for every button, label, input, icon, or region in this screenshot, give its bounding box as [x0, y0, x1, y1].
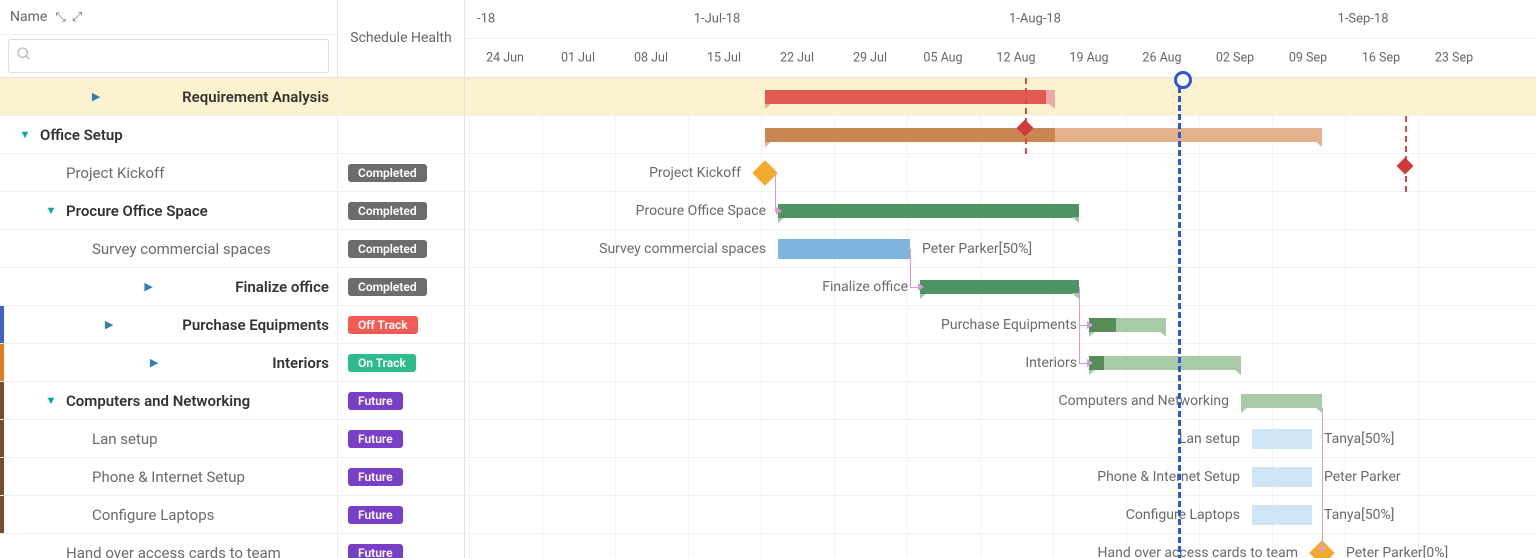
week-label: 26 Aug [1142, 51, 1181, 66]
expand-toggle-icon[interactable]: ▼ [18, 128, 32, 141]
task-row[interactable]: ▶Lan setupFuture [0, 420, 464, 458]
expand-toggle-icon[interactable]: ▶ [18, 90, 174, 103]
week-label: 16 Sep [1362, 51, 1400, 66]
gantt-summary-bar[interactable] [1089, 356, 1241, 370]
gantt-assignee-label: Tanya[50%] [1312, 431, 1394, 447]
week-label: 29 Jul [853, 51, 887, 66]
task-row[interactable]: ▶ Purchase Equipments Off Track [0, 306, 464, 344]
status-badge: Completed [348, 278, 427, 296]
task-name: Interiors [272, 354, 329, 372]
gantt-bar-label: Hand over access cards to team [1098, 545, 1310, 558]
task-row[interactable]: ▼ Office Setup [0, 116, 464, 154]
gantt-summary-bar[interactable] [1241, 394, 1322, 408]
week-label: 01 Jul [561, 51, 595, 66]
task-name: Survey commercial spaces [92, 240, 271, 258]
gantt-task-bar[interactable] [1252, 467, 1312, 487]
expand-toggle-icon[interactable]: ▶ [44, 356, 264, 369]
expand-toggle-icon[interactable]: ▼ [44, 394, 58, 407]
status-badge: Completed [348, 202, 427, 220]
task-name: Project Kickoff [66, 164, 164, 182]
gantt-bar-label: Survey commercial spaces [599, 241, 778, 257]
task-row[interactable]: ▼ Computers and Networking Future [0, 382, 464, 420]
status-badge: Off Track [348, 316, 418, 334]
status-badge: Completed [348, 240, 427, 258]
collapse-all-icon[interactable]: ⤡ [55, 10, 65, 25]
status-badge: Future [348, 430, 403, 448]
task-row[interactable]: ▶Survey commercial spacesCompleted [0, 230, 464, 268]
gantt-summary-bar[interactable] [778, 204, 1079, 218]
task-name: Finalize office [235, 278, 329, 296]
status-badge: Future [348, 468, 403, 486]
expand-all-icon[interactable]: ⤢ [72, 10, 82, 25]
week-label: 02 Sep [1216, 51, 1254, 66]
task-row[interactable]: ▶Phone & Internet SetupFuture [0, 458, 464, 496]
gantt-bar-label: Finalize office [822, 279, 920, 295]
status-badge: Future [348, 506, 403, 524]
task-row[interactable]: ▼ Procure Office Space Completed [0, 192, 464, 230]
status-badge: Future [348, 544, 403, 558]
column-header-health[interactable]: Schedule Health [338, 0, 464, 77]
week-label: 23 Sep [1435, 51, 1473, 66]
gantt-summary-bar[interactable] [920, 280, 1079, 294]
gantt-task-bar[interactable] [778, 239, 910, 259]
search-input[interactable] [8, 39, 329, 73]
task-row[interactable]: ▶Hand over access cards to teamFuture [0, 534, 464, 558]
month-label: 1-Jul-18 [694, 12, 741, 27]
gantt-assignee-label: Peter Parker[50%] [910, 241, 1032, 257]
gantt-assignee-label: Peter Parker [1312, 469, 1401, 485]
week-label: 24 Jun [486, 51, 524, 66]
task-row[interactable]: ▶Configure LaptopsFuture [0, 496, 464, 534]
task-name: Purchase Equipments [182, 316, 329, 334]
task-name: Hand over access cards to team [66, 544, 281, 558]
gantt-bar-label: Purchase Equipments [941, 317, 1089, 333]
task-row[interactable]: ▶ Interiors On Track [0, 344, 464, 382]
status-badge: On Track [348, 354, 416, 372]
week-label: 09 Sep [1289, 51, 1327, 66]
gantt-bar-label: Project Kickoff [649, 165, 753, 181]
task-row[interactable]: ▶ Finalize office Completed [0, 268, 464, 306]
task-name: Procure Office Space [66, 202, 208, 220]
column-header-name[interactable]: Name [10, 9, 47, 25]
gantt-bar-label: Configure Laptops [1126, 507, 1252, 523]
task-name: Lan setup [92, 430, 158, 448]
gantt-summary-bar[interactable] [1089, 318, 1166, 332]
task-name: Office Setup [40, 126, 123, 144]
gantt-task-bar[interactable] [1252, 429, 1312, 449]
gantt-assignee-label: Tanya[50%] [1312, 507, 1394, 523]
week-label: 12 Aug [996, 51, 1035, 66]
month-label: 1-Sep-18 [1337, 12, 1388, 27]
gantt-bar-label: Lan setup [1179, 431, 1252, 447]
gantt-assignee-label: Peter Parker[0%] [1334, 545, 1448, 558]
expand-toggle-icon[interactable]: ▼ [44, 204, 58, 217]
gantt-task-bar[interactable] [1252, 505, 1312, 525]
task-name: Computers and Networking [66, 392, 250, 410]
status-badge: Completed [348, 164, 427, 182]
task-name: Configure Laptops [92, 506, 214, 524]
expand-toggle-icon[interactable]: ▶ [44, 318, 174, 331]
gantt-bar-label: Phone & Internet Setup [1097, 469, 1252, 485]
today-marker [1178, 78, 1181, 558]
expand-toggle-icon[interactable]: ▶ [70, 280, 227, 293]
task-name: Requirement Analysis [182, 88, 329, 106]
status-badge: Future [348, 392, 403, 410]
gantt-bar-label: Procure Office Space [636, 203, 778, 219]
week-label: 05 Aug [923, 51, 962, 66]
task-row[interactable]: ▶Project KickoffCompleted [0, 154, 464, 192]
week-label: 19 Aug [1069, 51, 1108, 66]
gantt-summary-bar[interactable] [765, 90, 1055, 104]
week-label: 22 Jul [780, 51, 814, 66]
month-label: -18 [477, 12, 495, 27]
gantt-summary-bar[interactable] [765, 128, 1322, 142]
gantt-bar-label: Computers and Networking [1059, 393, 1241, 409]
task-row[interactable]: ▶ Requirement Analysis [0, 78, 464, 116]
month-label: 1-Aug-18 [1009, 12, 1061, 27]
week-label: 08 Jul [634, 51, 668, 66]
task-name: Phone & Internet Setup [92, 468, 245, 486]
week-label: 15 Jul [707, 51, 741, 66]
